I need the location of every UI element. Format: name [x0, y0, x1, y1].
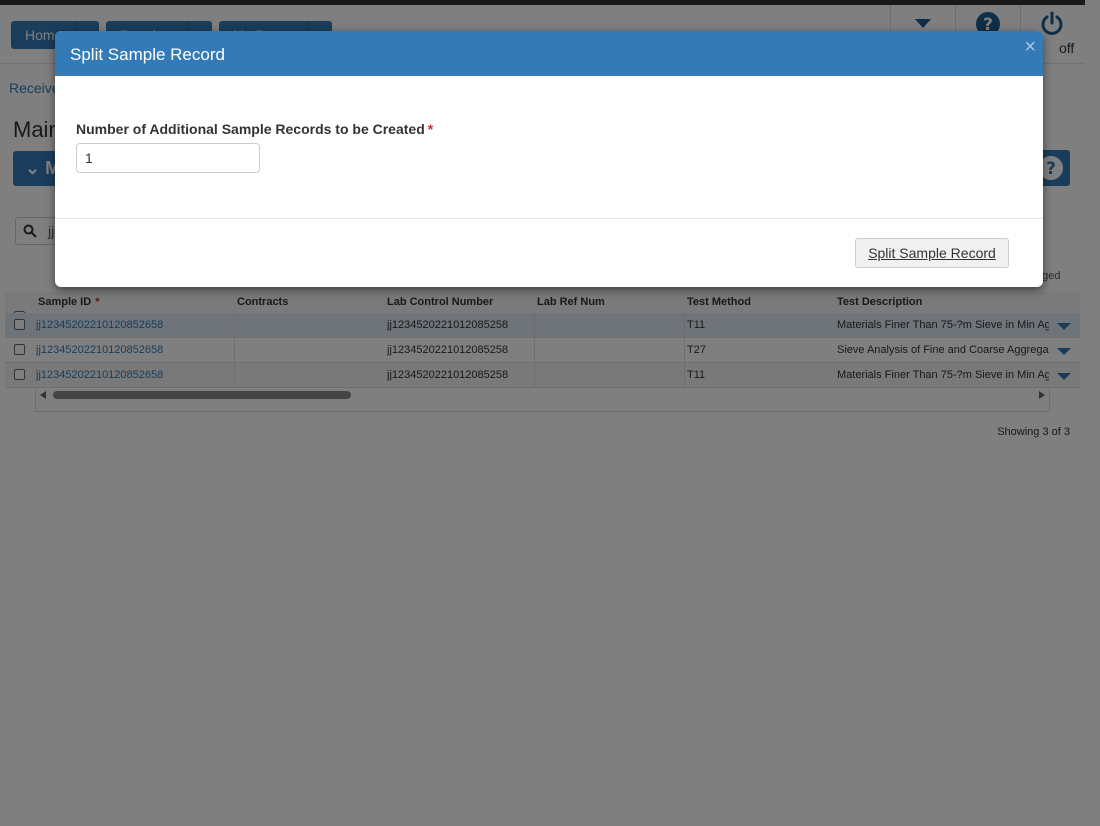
additional-records-label: Number of Additional Sample Records to b… — [76, 121, 433, 137]
required-marker: * — [427, 121, 434, 137]
additional-records-input[interactable] — [76, 143, 260, 173]
close-icon[interactable]: × — [1024, 37, 1036, 57]
split-sample-record-button[interactable]: Split Sample Record — [855, 238, 1009, 268]
dialog-title: Split Sample Record — [70, 45, 225, 64]
additional-records-label-text: Number of Additional Sample Records to b… — [76, 121, 425, 137]
dialog-footer-divider — [55, 218, 1043, 219]
dialog-header: Split Sample Record × — [55, 31, 1043, 76]
split-sample-dialog: Split Sample Record × Number of Addition… — [55, 31, 1043, 287]
